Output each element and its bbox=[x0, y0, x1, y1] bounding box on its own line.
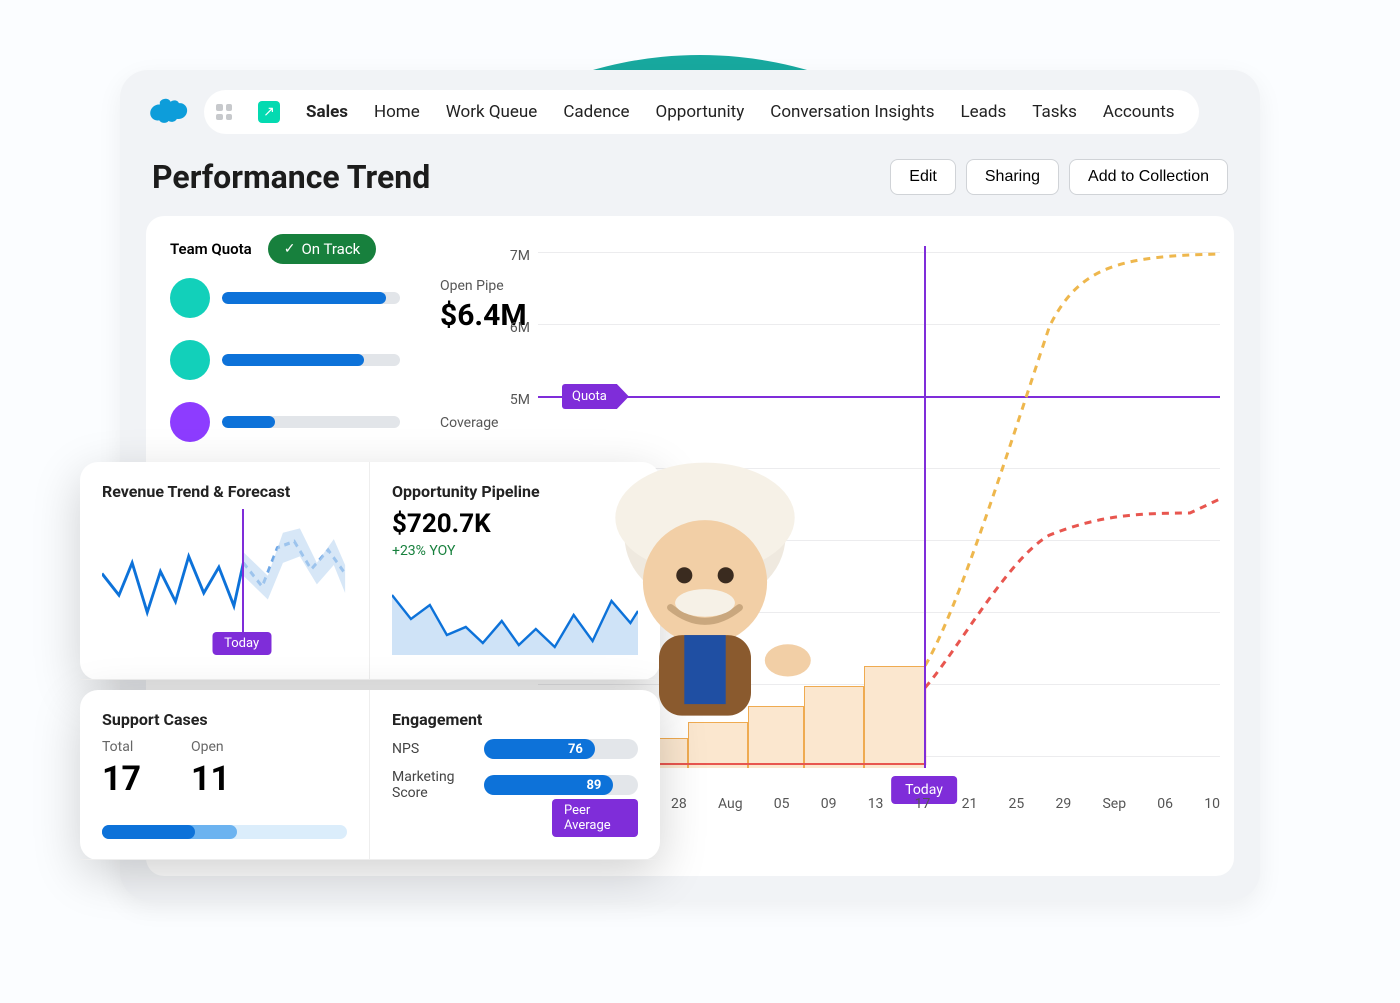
add-to-collection-button[interactable]: Add to Collection bbox=[1069, 159, 1228, 195]
revenue-trend-panel: Revenue Trend & Forecast Today bbox=[80, 462, 370, 680]
opp-pipeline-yoy: +23% YOY bbox=[392, 543, 638, 559]
nps-label: NPS bbox=[392, 741, 470, 757]
avatar bbox=[170, 402, 210, 442]
x-tick: 13 bbox=[868, 796, 884, 822]
y-tick: 6M bbox=[500, 320, 530, 336]
opp-pipeline-value: $720.7K bbox=[392, 509, 638, 539]
team-member-row bbox=[170, 340, 400, 380]
peer-average-tag: Peer Average bbox=[552, 799, 638, 837]
nav-item-opportunity[interactable]: Opportunity bbox=[656, 102, 745, 122]
member-progress bbox=[222, 354, 400, 366]
revenue-trend-title: Revenue Trend & Forecast bbox=[102, 482, 347, 501]
x-tick: 10 bbox=[1204, 796, 1220, 822]
x-tick: 29 bbox=[1056, 796, 1072, 822]
nav-item-accounts[interactable]: Accounts bbox=[1103, 102, 1175, 122]
marketing-score-label: Marketing Score bbox=[392, 769, 470, 801]
marketing-score-bar: 89 bbox=[484, 775, 638, 795]
app-launcher-icon[interactable] bbox=[216, 104, 232, 120]
nps-bar: 76 bbox=[484, 739, 638, 759]
nav-bar: ↗ Sales Home Work Queue Cadence Opportun… bbox=[204, 90, 1199, 134]
top-bar: ↗ Sales Home Work Queue Cadence Opportun… bbox=[146, 90, 1234, 134]
engagement-title: Engagement bbox=[392, 710, 638, 729]
y-tick: 5M bbox=[500, 392, 530, 408]
edit-button[interactable]: Edit bbox=[890, 159, 956, 195]
nav-item-tasks[interactable]: Tasks bbox=[1032, 102, 1077, 122]
x-tick: Aug bbox=[718, 796, 743, 822]
today-marker bbox=[924, 246, 926, 768]
today-tag-mini: Today bbox=[212, 632, 271, 655]
page-actions: Edit Sharing Add to Collection bbox=[890, 159, 1228, 195]
nav-item-leads[interactable]: Leads bbox=[961, 102, 1007, 122]
nav-item-home[interactable]: Home bbox=[374, 102, 420, 122]
page-title: Performance Trend bbox=[152, 158, 430, 196]
salesforce-logo-icon bbox=[146, 95, 190, 129]
member-progress bbox=[222, 292, 400, 304]
x-tick: Sep bbox=[1102, 796, 1126, 822]
title-row: Performance Trend Edit Sharing Add to Co… bbox=[152, 158, 1228, 196]
avatar bbox=[170, 340, 210, 380]
member-progress bbox=[222, 416, 400, 428]
mini-dashboard-bottom: Support Cases Total 17 Open 11 Engagemen… bbox=[80, 690, 660, 860]
check-icon: ✓ bbox=[284, 241, 296, 257]
x-tick: 05 bbox=[774, 796, 790, 822]
team-member-row bbox=[170, 402, 400, 442]
support-open-value: 11 bbox=[191, 759, 230, 799]
opp-pipeline-title: Opportunity Pipeline bbox=[392, 482, 638, 501]
x-tick: 09 bbox=[821, 796, 837, 822]
x-tick: 17 bbox=[915, 796, 931, 822]
support-total-label: Total bbox=[102, 739, 141, 755]
team-member-list bbox=[170, 278, 400, 442]
x-tick: 25 bbox=[1009, 796, 1025, 822]
status-text: On Track bbox=[301, 240, 360, 258]
team-member-row bbox=[170, 278, 400, 318]
marketing-score-value: 89 bbox=[586, 778, 601, 793]
team-quota-label: Team Quota bbox=[170, 240, 252, 258]
nav-item-sales[interactable]: Sales bbox=[306, 102, 348, 122]
x-tick: 21 bbox=[962, 796, 978, 822]
nav-item-work-queue[interactable]: Work Queue bbox=[446, 102, 538, 122]
status-badge: ✓ On Track bbox=[268, 234, 377, 264]
nps-value: 76 bbox=[568, 742, 583, 757]
nav-item-conv-insights[interactable]: Conversation Insights bbox=[770, 102, 934, 122]
y-tick: 7M bbox=[500, 248, 530, 264]
support-cases-panel: Support Cases Total 17 Open 11 bbox=[80, 690, 370, 860]
support-cases-title: Support Cases bbox=[102, 710, 347, 729]
sales-app-icon[interactable]: ↗ bbox=[258, 101, 280, 123]
support-open-label: Open bbox=[191, 739, 230, 755]
mini-dashboard-top: Revenue Trend & Forecast Today Opportuni… bbox=[80, 462, 660, 680]
opportunity-pipeline-panel: Opportunity Pipeline $720.7K +23% YOY bbox=[370, 462, 660, 680]
x-tick: 28 bbox=[671, 796, 687, 822]
x-tick: 06 bbox=[1157, 796, 1173, 822]
engagement-panel: Engagement NPS 76 Marketing Score 89 Pee… bbox=[370, 690, 660, 860]
sharing-button[interactable]: Sharing bbox=[966, 159, 1059, 195]
support-total-value: 17 bbox=[102, 759, 141, 799]
nav-item-cadence[interactable]: Cadence bbox=[563, 102, 629, 122]
avatar bbox=[170, 278, 210, 318]
